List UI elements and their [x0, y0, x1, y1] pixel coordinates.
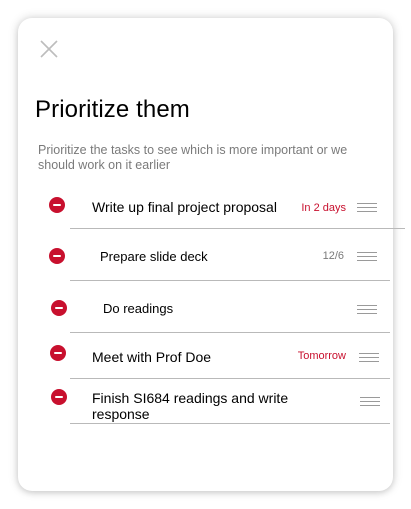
drag-handle-icon[interactable]: [359, 353, 379, 365]
divider: [70, 423, 390, 424]
divider: [70, 378, 390, 379]
remove-task-button[interactable]: [51, 389, 67, 405]
divider: [70, 228, 405, 229]
remove-task-button[interactable]: [51, 300, 67, 316]
task-due-badge: In 2 days: [301, 202, 346, 214]
remove-task-button[interactable]: [50, 345, 66, 361]
task-due-badge: 12/6: [322, 250, 344, 262]
task-label[interactable]: Write up final project proposal: [92, 199, 277, 215]
task-label[interactable]: Do readings: [103, 301, 173, 317]
task-label[interactable]: Meet with Prof Doe: [92, 349, 211, 365]
task-label[interactable]: Prepare slide deck: [100, 249, 208, 265]
remove-task-button[interactable]: [49, 248, 65, 264]
close-icon: [40, 40, 58, 58]
drag-handle-icon[interactable]: [357, 305, 377, 317]
task-due-badge: Tomorrow: [297, 350, 346, 362]
page-subtitle: Prioritize the tasks to see which is mor…: [38, 143, 348, 172]
prioritize-dialog: Prioritize them Prioritize the tasks to …: [18, 18, 405, 491]
divider: [70, 280, 390, 281]
task-label[interactable]: Finish SI684 readings and write response: [92, 390, 322, 422]
drag-handle-icon[interactable]: [357, 252, 377, 264]
page-title: Prioritize them: [35, 96, 190, 123]
divider: [70, 332, 390, 333]
drag-handle-icon[interactable]: [360, 397, 380, 409]
drag-handle-icon[interactable]: [357, 203, 377, 215]
close-button[interactable]: [38, 38, 60, 60]
remove-task-button[interactable]: [49, 197, 65, 213]
